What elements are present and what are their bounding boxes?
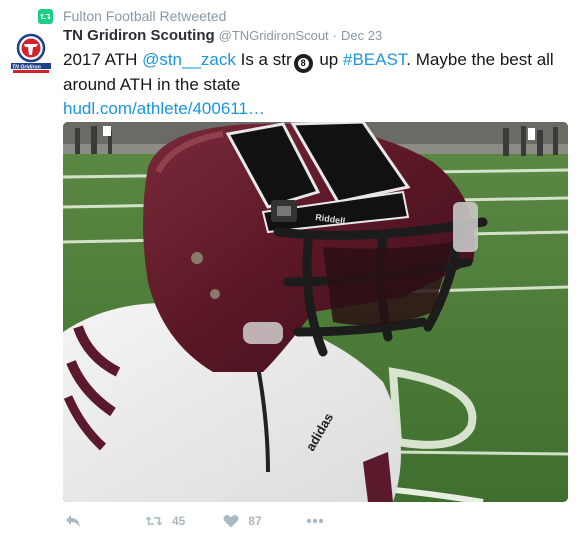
like-button[interactable]: 87 (223, 514, 262, 528)
mention-link[interactable]: @stn__zack (142, 50, 236, 69)
like-count: 87 (248, 514, 262, 528)
author-username[interactable]: @TNGridironScout (219, 28, 329, 43)
more-button[interactable] (306, 518, 324, 524)
avatar[interactable]: TN Gridiron (7, 30, 55, 78)
hashtag-link[interactable]: #BEAST (343, 50, 406, 69)
retweet-context: Fulton Football Retweeted (38, 7, 226, 25)
tweet-text: 2017 ATH @stn__zack Is a str 8 up #BEAST.… (63, 48, 568, 121)
tweet-text-part: up (314, 50, 343, 69)
tweet-header: TN Gridiron Scouting @TNGridironScout · … (63, 27, 382, 47)
tweet-text-part: Is a str (235, 50, 292, 69)
header-separator: · (332, 28, 338, 43)
retweet-button[interactable]: 45 (145, 514, 185, 528)
tweet-text-part: 2017 ATH (63, 50, 143, 69)
eight-ball-number: 8 (297, 58, 309, 69)
svg-text:TN Gridiron: TN Gridiron (12, 64, 41, 70)
url-link[interactable]: hudl.com/athlete/400611… (63, 99, 265, 118)
retweet-count: 45 (172, 514, 186, 528)
tweet-media-photo[interactable]: adidas Riddell (63, 122, 568, 502)
more-icon (306, 518, 323, 524)
retweet-icon (145, 516, 163, 526)
retweeted-by-label[interactable]: Fulton Football Retweeted (63, 8, 226, 24)
reply-icon (66, 515, 80, 527)
heart-icon (223, 515, 239, 528)
tweet-timestamp[interactable]: Dec 23 (341, 28, 382, 43)
eight-ball-emoji-icon: 8 (293, 54, 313, 73)
tweet-actions: 45 87 (63, 510, 324, 532)
author-fullname[interactable]: TN Gridiron Scouting (63, 27, 215, 44)
reply-button[interactable] (65, 514, 81, 528)
retweet-icon (38, 8, 53, 24)
football-player-helmet-photo: adidas Riddell (63, 122, 568, 502)
